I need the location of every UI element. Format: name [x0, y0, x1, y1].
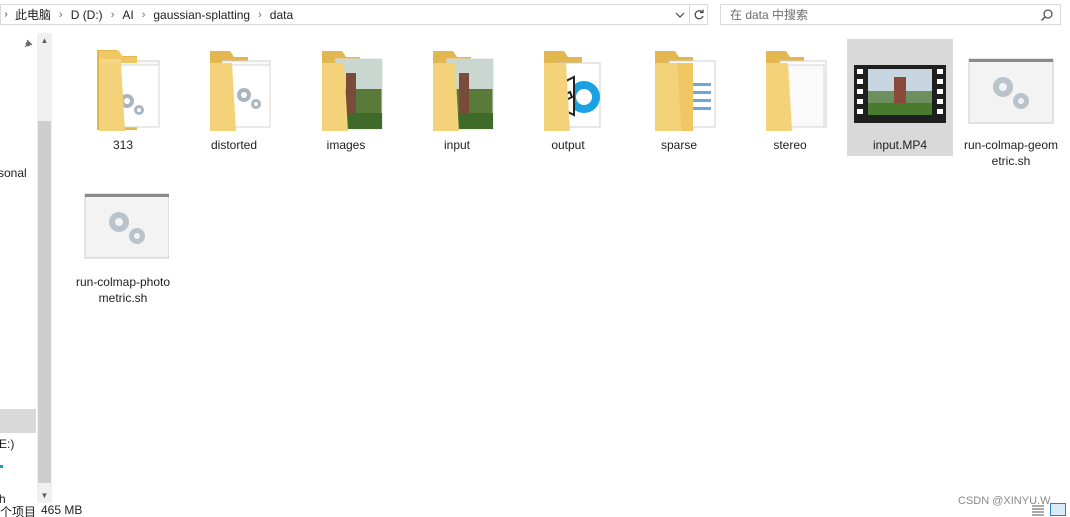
file-item-distorted[interactable]: distorted [181, 39, 287, 156]
navigation-pane[interactable]: sonal E:) h [0, 33, 36, 503]
file-name: distorted [210, 138, 258, 152]
chevron-right-icon[interactable]: › [1, 5, 11, 24]
search-icon[interactable] [1040, 8, 1054, 22]
folder-photos-icon [411, 43, 503, 135]
nav-item-h[interactable]: h [0, 492, 6, 503]
large-icons-view-icon[interactable] [1050, 503, 1066, 516]
folder-docs-icon [633, 43, 725, 135]
file-item-input-mp4[interactable]: input.MP4 [847, 39, 953, 156]
file-item-input[interactable]: input [404, 39, 510, 156]
shell-script-icon [77, 180, 170, 272]
status-bar: 个项目 465 MB [0, 503, 1070, 517]
folder-photos-icon [300, 43, 392, 135]
breadcrumb-gaussian-splatting[interactable]: gaussian-splatting [149, 8, 254, 22]
chevron-right-icon[interactable]: › [107, 9, 119, 21]
file-item-stereo[interactable]: stereo [737, 39, 843, 156]
breadcrumb-data[interactable]: data [266, 8, 297, 22]
search-input[interactable] [721, 7, 1021, 22]
status-selection-size: 465 MB [41, 503, 83, 517]
folder-settings-icon [188, 43, 280, 135]
file-item-run-colmap-photometric[interactable]: run-colmap-photometric.sh [70, 176, 176, 305]
file-item-output[interactable]: output [515, 39, 621, 156]
breadcrumb-ai[interactable]: AI [118, 8, 137, 22]
nav-scrollbar[interactable]: ▲ ▼ [37, 33, 52, 503]
chevron-right-icon[interactable]: › [254, 9, 266, 21]
file-name: stereo [773, 138, 807, 152]
file-item-images[interactable]: images [293, 39, 399, 156]
shell-script-icon [965, 43, 1057, 135]
folder-docs-icon [744, 43, 836, 135]
file-name: images [326, 138, 366, 152]
pin-icon[interactable] [22, 38, 34, 50]
file-name: input.MP4 [872, 138, 928, 152]
refresh-button[interactable] [690, 4, 708, 25]
breadcrumb-this-pc[interactable]: 此电脑 [11, 6, 55, 23]
chevron-down-icon[interactable] [673, 5, 687, 24]
status-item-count: 个项目 [0, 505, 37, 517]
nav-item-drive-e[interactable]: E:) [0, 437, 14, 451]
video-thumbnail-icon [854, 43, 946, 135]
file-item-sparse[interactable]: sparse [626, 39, 732, 156]
nav-item-selected[interactable] [0, 409, 36, 433]
file-name: sparse [660, 138, 698, 152]
folder-output-icon [522, 43, 614, 135]
scroll-up-arrow-icon[interactable]: ▲ [37, 33, 52, 48]
address-bar[interactable]: › 此电脑 › D (D:) › AI › gaussian-splatting… [0, 4, 690, 25]
nav-item-personal[interactable]: sonal [0, 166, 27, 180]
file-name: 313 [112, 138, 134, 152]
scroll-down-arrow-icon[interactable]: ▼ [37, 488, 52, 503]
details-view-icon[interactable] [1030, 503, 1046, 516]
file-item-run-colmap-geometric[interactable]: run-colmap-geometric.sh [958, 39, 1064, 168]
nav-item-indicator [0, 465, 3, 468]
file-name: run-colmap-photometric.sh [75, 275, 171, 305]
file-item-313[interactable]: 313 [70, 39, 176, 156]
file-name: run-colmap-geometric.sh [963, 138, 1059, 168]
file-name: output [551, 138, 585, 152]
file-name: input [443, 138, 471, 152]
chevron-right-icon[interactable]: › [138, 9, 150, 21]
refresh-icon [694, 9, 704, 19]
chevron-right-icon[interactable]: › [55, 9, 67, 21]
search-box[interactable] [720, 4, 1061, 25]
folder-settings-icon [77, 43, 169, 135]
scrollbar-thumb[interactable] [38, 121, 51, 483]
breadcrumb-d-drive[interactable]: D (D:) [67, 8, 107, 22]
